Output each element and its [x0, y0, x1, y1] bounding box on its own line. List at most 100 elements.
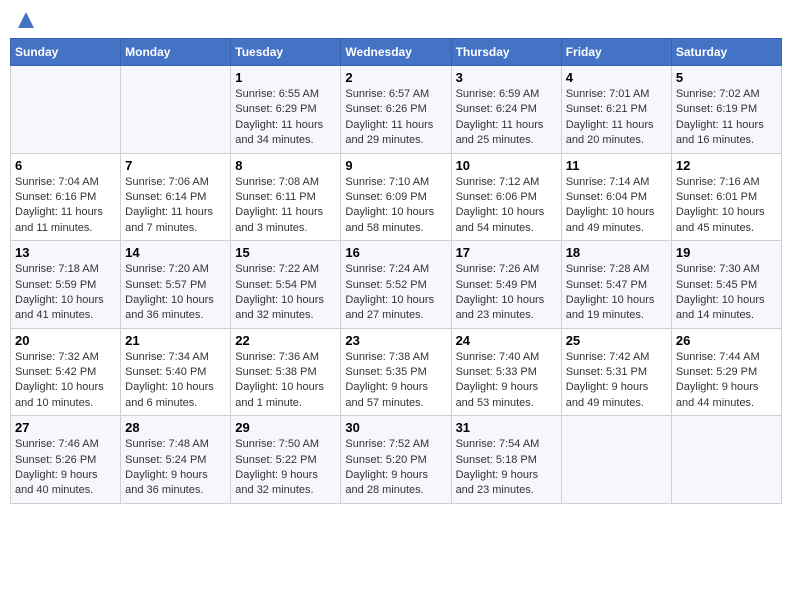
day-number: 16 — [345, 245, 446, 260]
day-number: 2 — [345, 70, 446, 85]
logo — [14, 10, 36, 30]
calendar-cell: 14Sunrise: 7:20 AMSunset: 5:57 PMDayligh… — [121, 241, 231, 329]
day-number: 22 — [235, 333, 336, 348]
daylight-text: Daylight: 10 hours and 23 minutes. — [456, 293, 557, 324]
sunrise-text: Sunrise: 7:28 AM — [566, 262, 667, 277]
sunrise-text: Sunrise: 7:32 AM — [15, 350, 116, 365]
calendar-week-row: 1 Sunrise: 6:55 AMSunset: 6:29 PMDaylight… — [11, 66, 782, 154]
calendar-cell: 16 Sunrise: 7:24 AMSunset: 5:52 PMDayligh… — [341, 241, 451, 329]
day-number: 6 — [15, 158, 116, 173]
sunset-text: Sunset: 5:49 PM — [456, 278, 557, 293]
calendar-cell: 17Sunrise: 7:26 AMSunset: 5:49 PMDayligh… — [451, 241, 561, 329]
calendar-cell: 7 Sunrise: 7:06 AMSunset: 6:14 PMDaylight… — [121, 153, 231, 241]
day-number: 1 — [235, 70, 336, 85]
sunset-text: Sunset: 5:59 PM — [15, 278, 116, 293]
daylight-text: Daylight: 11 hours and 3 minutes. — [235, 205, 336, 236]
calendar-header-day: Thursday — [451, 39, 561, 66]
daylight-text: Daylight: 11 hours and 25 minutes. — [456, 118, 557, 149]
sunset-text: Sunset: 5:42 PM — [15, 365, 116, 380]
sunrise-text: Sunrise: 7:26 AM — [456, 262, 557, 277]
day-number: 26 — [676, 333, 777, 348]
day-info: Sunrise: 6:57 AMSunset: 6:26 PMDaylight:… — [345, 87, 446, 149]
day-info: Sunrise: 6:55 AMSunset: 6:29 PMDaylight:… — [235, 87, 336, 149]
sunrise-text: Sunrise: 7:10 AM — [345, 175, 446, 190]
sunrise-text: Sunrise: 7:20 AM — [125, 262, 226, 277]
sunset-text: Sunset: 6:01 PM — [676, 190, 777, 205]
calendar-cell: 29Sunrise: 7:50 AMSunset: 5:22 PMDayligh… — [231, 416, 341, 504]
day-number: 28 — [125, 420, 226, 435]
day-number: 29 — [235, 420, 336, 435]
daylight-text: Daylight: 10 hours and 36 minutes. — [125, 293, 226, 324]
day-info: Sunrise: 7:14 AMSunset: 6:04 PMDaylight:… — [566, 175, 667, 237]
sunset-text: Sunset: 6:11 PM — [235, 190, 336, 205]
sunset-text: Sunset: 6:06 PM — [456, 190, 557, 205]
daylight-text: Daylight: 9 hours and 23 minutes. — [456, 468, 557, 499]
calendar-week-row: 13 Sunrise: 7:18 AMSunset: 5:59 PMDayligh… — [11, 241, 782, 329]
calendar-cell: 6Sunrise: 7:04 AMSunset: 6:16 PMDaylight… — [11, 153, 121, 241]
sunrise-text: Sunrise: 7:02 AM — [676, 87, 777, 102]
sunrise-text: Sunrise: 7:36 AM — [235, 350, 336, 365]
day-number: 13 — [15, 245, 116, 260]
day-info: Sunrise: 7:02 AMSunset: 6:19 PMDaylight:… — [676, 87, 777, 149]
sunset-text: Sunset: 5:26 PM — [15, 453, 116, 468]
day-info: Sunrise: 7:06 AMSunset: 6:14 PMDaylight:… — [125, 175, 226, 237]
sunrise-text: Sunrise: 7:48 AM — [125, 437, 226, 452]
calendar-cell: 30Sunrise: 7:52 AMSunset: 5:20 PMDayligh… — [341, 416, 451, 504]
sunset-text: Sunset: 6:21 PM — [566, 102, 667, 117]
day-info: Sunrise: 7:01 AMSunset: 6:21 PMDaylight:… — [566, 87, 667, 149]
daylight-text: Daylight: 9 hours and 57 minutes. — [345, 380, 446, 411]
day-info: Sunrise: 7:48 AMSunset: 5:24 PMDaylight:… — [125, 437, 226, 499]
sunrise-text: Sunrise: 7:40 AM — [456, 350, 557, 365]
day-number: 25 — [566, 333, 667, 348]
calendar-cell: 11Sunrise: 7:14 AMSunset: 6:04 PMDayligh… — [561, 153, 671, 241]
day-info: Sunrise: 7:08 AMSunset: 6:11 PMDaylight:… — [235, 175, 336, 237]
sunset-text: Sunset: 5:18 PM — [456, 453, 557, 468]
day-info: Sunrise: 7:34 AMSunset: 5:40 PMDaylight:… — [125, 350, 226, 412]
calendar-week-row: 6Sunrise: 7:04 AMSunset: 6:16 PMDaylight… — [11, 153, 782, 241]
logo-icon — [16, 10, 36, 30]
day-number: 19 — [676, 245, 777, 260]
day-info: Sunrise: 7:10 AMSunset: 6:09 PMDaylight:… — [345, 175, 446, 237]
calendar-cell: 1 Sunrise: 6:55 AMSunset: 6:29 PMDaylight… — [231, 66, 341, 154]
sunrise-text: Sunrise: 7:22 AM — [235, 262, 336, 277]
day-info: Sunrise: 7:26 AMSunset: 5:49 PMDaylight:… — [456, 262, 557, 324]
day-number: 5 — [676, 70, 777, 85]
sunrise-text: Sunrise: 7:24 AM — [345, 262, 446, 277]
day-number: 24 — [456, 333, 557, 348]
daylight-text: Daylight: 10 hours and 58 minutes. — [345, 205, 446, 236]
sunrise-text: Sunrise: 6:59 AM — [456, 87, 557, 102]
calendar-cell — [671, 416, 781, 504]
sunset-text: Sunset: 6:19 PM — [676, 102, 777, 117]
daylight-text: Daylight: 11 hours and 20 minutes. — [566, 118, 667, 149]
calendar-cell: 9Sunrise: 7:10 AMSunset: 6:09 PMDaylight… — [341, 153, 451, 241]
calendar-cell: 20Sunrise: 7:32 AMSunset: 5:42 PMDayligh… — [11, 328, 121, 416]
day-info: Sunrise: 7:24 AMSunset: 5:52 PMDaylight:… — [345, 262, 446, 324]
sunrise-text: Sunrise: 7:46 AM — [15, 437, 116, 452]
day-info: Sunrise: 7:28 AMSunset: 5:47 PMDaylight:… — [566, 262, 667, 324]
sunset-text: Sunset: 5:52 PM — [345, 278, 446, 293]
day-number: 7 — [125, 158, 226, 173]
sunrise-text: Sunrise: 6:57 AM — [345, 87, 446, 102]
day-info: Sunrise: 7:20 AMSunset: 5:57 PMDaylight:… — [125, 262, 226, 324]
day-number: 30 — [345, 420, 446, 435]
sunset-text: Sunset: 6:14 PM — [125, 190, 226, 205]
sunrise-text: Sunrise: 7:52 AM — [345, 437, 446, 452]
sunset-text: Sunset: 6:29 PM — [235, 102, 336, 117]
day-number: 23 — [345, 333, 446, 348]
calendar-cell: 13 Sunrise: 7:18 AMSunset: 5:59 PMDayligh… — [11, 241, 121, 329]
daylight-text: Daylight: 11 hours and 7 minutes. — [125, 205, 226, 236]
day-number: 12 — [676, 158, 777, 173]
sunset-text: Sunset: 5:54 PM — [235, 278, 336, 293]
sunset-text: Sunset: 5:40 PM — [125, 365, 226, 380]
calendar-week-row: 27Sunrise: 7:46 AMSunset: 5:26 PMDayligh… — [11, 416, 782, 504]
calendar-cell: 15Sunrise: 7:22 AMSunset: 5:54 PMDayligh… — [231, 241, 341, 329]
sunrise-text: Sunrise: 7:08 AM — [235, 175, 336, 190]
day-info: Sunrise: 7:18 AMSunset: 5:59 PMDaylight:… — [15, 262, 116, 324]
daylight-text: Daylight: 9 hours and 32 minutes. — [235, 468, 336, 499]
day-info: Sunrise: 7:16 AMSunset: 6:01 PMDaylight:… — [676, 175, 777, 237]
daylight-text: Daylight: 10 hours and 6 minutes. — [125, 380, 226, 411]
sunset-text: Sunset: 5:38 PM — [235, 365, 336, 380]
daylight-text: Daylight: 11 hours and 16 minutes. — [676, 118, 777, 149]
calendar-cell: 3Sunrise: 6:59 AMSunset: 6:24 PMDaylight… — [451, 66, 561, 154]
daylight-text: Daylight: 10 hours and 14 minutes. — [676, 293, 777, 324]
